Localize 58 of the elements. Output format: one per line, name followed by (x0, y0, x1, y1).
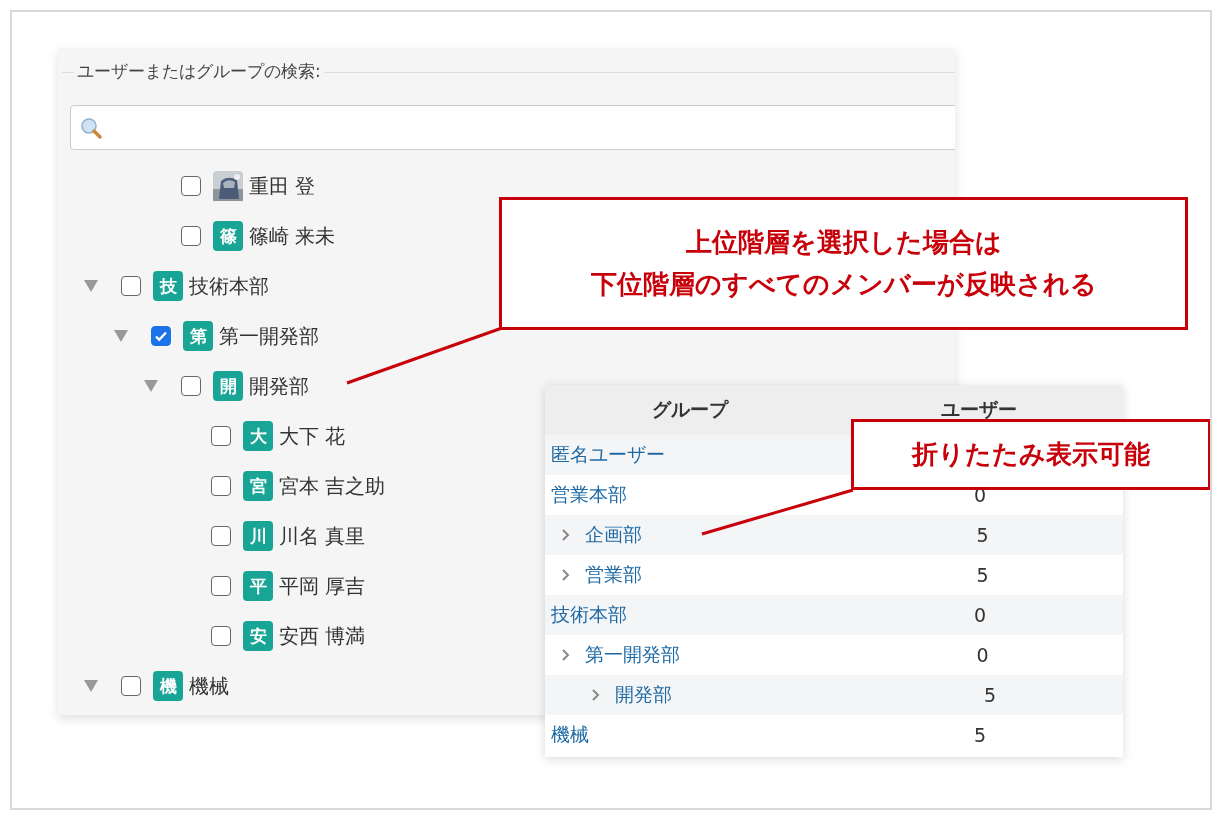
column-header: グループ (650, 397, 730, 422)
checkbox[interactable] (211, 476, 231, 496)
user-count: 5 (976, 524, 989, 546)
column-header: ユーザー (939, 397, 1018, 422)
tree-item-label[interactable]: 開発部 (249, 372, 309, 400)
tree-item-label[interactable]: 技術本部 (189, 272, 269, 300)
search-icon (79, 115, 103, 140)
checkbox[interactable] (211, 426, 231, 446)
user-count: 5 (976, 564, 989, 586)
user-count: 0 (973, 604, 987, 626)
tree-item-label[interactable]: 重田 登 (249, 172, 316, 200)
chevron-right-icon[interactable] (561, 648, 571, 662)
tree-item-label[interactable]: 平岡 厚吉 (279, 572, 366, 600)
initial-badge: 安 (243, 621, 273, 651)
chevron-right-icon[interactable] (561, 528, 571, 542)
tree-item-label[interactable]: 安西 博満 (279, 622, 366, 650)
tree-item-label[interactable]: 宮本 吉之助 (279, 472, 386, 500)
tree-item-label[interactable]: 大下 花 (279, 422, 346, 450)
user-count: 5 (983, 684, 997, 706)
initial-badge: 開 (213, 371, 243, 401)
chevron-right-icon[interactable] (561, 568, 571, 582)
initial-badge: 技 (153, 271, 183, 301)
search-legend: ユーザーまたはグループの検索: (74, 60, 324, 83)
checkbox[interactable] (211, 576, 231, 596)
checkbox[interactable] (181, 226, 201, 246)
checkbox[interactable] (181, 176, 201, 196)
group-link[interactable]: 第一開発部 (585, 642, 680, 668)
tree-item-label[interactable]: 篠崎 来未 (249, 222, 336, 250)
group-link[interactable]: 営業本部 (551, 482, 627, 508)
initial-badge: 機 (153, 671, 183, 701)
initial-badge: 宮 (243, 471, 273, 501)
callout-text: 下位階層のすべてのメンバーが反映される (590, 267, 1097, 301)
checkbox[interactable] (211, 526, 231, 546)
initial-badge: 篠 (213, 221, 243, 251)
group-link[interactable]: 技術本部 (551, 602, 627, 628)
initial-badge: 川 (243, 521, 273, 551)
callout-text: 折りたたみ表示可能 (912, 438, 1150, 471)
group-link[interactable]: 営業部 (585, 562, 642, 588)
initial-badge: 第 (183, 321, 213, 351)
search-field[interactable] (70, 105, 955, 150)
checkbox[interactable] (121, 676, 141, 696)
checkbox[interactable] (151, 326, 171, 346)
tree-item-label[interactable]: 川名 真里 (279, 522, 366, 550)
checkbox[interactable] (211, 626, 231, 646)
tree-item-label[interactable]: 第一開発部 (219, 322, 319, 350)
tree-item-label[interactable]: 機械 (189, 672, 229, 700)
group-link[interactable]: 匿名ユーザー (551, 442, 665, 468)
callout-text: 上位階層を選択した場合は (685, 225, 1002, 259)
group-link[interactable]: 企画部 (585, 522, 642, 548)
group-link[interactable]: 開発部 (615, 682, 672, 708)
user-count: 5 (973, 724, 987, 746)
checkbox[interactable] (121, 276, 141, 296)
user-count: 0 (976, 644, 989, 666)
initial-badge: 大 (243, 421, 273, 451)
group-link[interactable]: 機械 (551, 722, 589, 748)
initial-badge: 平 (243, 571, 273, 601)
checkbox[interactable] (181, 376, 201, 396)
chevron-right-icon[interactable] (591, 688, 601, 702)
